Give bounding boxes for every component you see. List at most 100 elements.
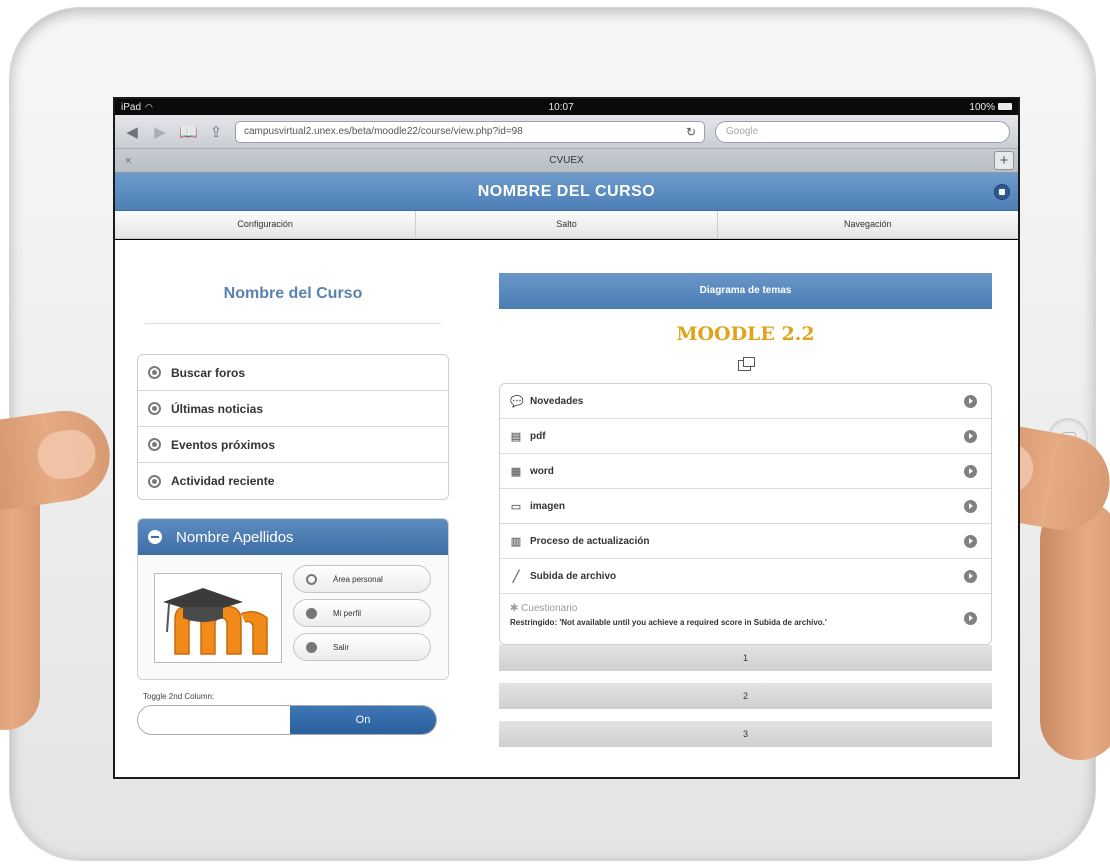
menu-salto[interactable]: Salto <box>416 211 718 238</box>
address-bar[interactable]: campusvirtual2.unex.es/beta/moodle22/cou… <box>235 120 705 143</box>
radio-icon <box>148 438 161 451</box>
block-label: Eventos próximos <box>171 437 276 452</box>
mi-perfil-button[interactable]: Mi perfil <box>293 599 431 627</box>
activity-label: Novedades <box>530 395 584 407</box>
switch-view-icon[interactable] <box>737 357 755 371</box>
left-column: Nombre del Curso Buscar foros Últimas no… <box>137 240 449 735</box>
search-input[interactable]: Google <box>715 120 1010 143</box>
home-circle-icon <box>306 573 317 585</box>
right-column: Diagrama de temas MOODLE 2.2 💬 Novedades … <box>499 273 992 747</box>
radio-icon <box>148 474 161 488</box>
right-hand-palm <box>1040 500 1110 760</box>
arrow-right-icon <box>964 465 977 478</box>
block-label: Últimas noticias <box>171 401 264 416</box>
page-title: NOMBRE DEL CURSO <box>477 183 656 200</box>
activity-label: pdf <box>530 430 546 442</box>
block-label: Actividad reciente <box>171 474 275 488</box>
block-actividad-reciente[interactable]: Actividad reciente <box>138 463 448 499</box>
section-1[interactable]: 1 <box>499 645 992 671</box>
arrow-right-icon <box>964 535 977 548</box>
activity-label: Subida de archivo <box>530 570 617 582</box>
user-btn-label: Salir <box>333 642 350 652</box>
block-label: Buscar foros <box>171 365 246 380</box>
section-2[interactable]: 2 <box>499 683 992 709</box>
user-block: Nombre Apellidos Área personal Mi perfil… <box>137 518 449 680</box>
profile-icon <box>306 607 317 619</box>
block-buscar-foros[interactable]: Buscar foros <box>138 355 448 391</box>
activity-subida-archivo[interactable]: ╱ Subida de archivo <box>500 559 991 594</box>
reload-icon[interactable]: ↻ <box>686 125 696 139</box>
activity-pdf[interactable]: ▤ pdf <box>500 419 991 454</box>
search-placeholder: Google <box>726 126 759 137</box>
battery-percent: 100% <box>969 101 995 113</box>
diagram-header: Diagrama de temas <box>499 273 992 309</box>
radio-icon <box>148 366 161 379</box>
salir-button[interactable]: Salir <box>293 633 431 661</box>
resource-icon: ▥ <box>510 535 522 548</box>
page-content: Nombre del Curso Buscar foros Últimas no… <box>115 240 1018 777</box>
ios-status-bar: iPad ◠ 10:07 100% <box>115 99 1018 115</box>
restriction-note: Restringido: 'Not available until you ac… <box>510 618 827 627</box>
arrow-right-icon <box>964 430 977 443</box>
logout-icon <box>306 641 317 653</box>
activity-word[interactable]: ▦ word <box>500 454 991 489</box>
share-icon[interactable]: ⇪ <box>207 123 225 141</box>
forward-icon[interactable]: ▶ <box>151 123 169 141</box>
course-title: Nombre del Curso <box>145 285 441 324</box>
activity-proceso-actualizacion[interactable]: ▥ Proceso de actualización <box>500 524 991 559</box>
ipad-screen: iPad ◠ 10:07 100% ◀ ▶ 📖 ⇪ campusvirtual2.… <box>113 97 1020 779</box>
user-block-header[interactable]: Nombre Apellidos <box>138 519 448 555</box>
menu-navegacion[interactable]: Navegación <box>718 211 1018 238</box>
user-name: Nombre Apellidos <box>176 528 294 546</box>
arrow-right-icon <box>964 612 977 625</box>
clock: 10:07 <box>548 101 574 113</box>
bookmarks-icon[interactable]: 📖 <box>179 123 198 141</box>
moodle-logo-avatar <box>154 573 282 663</box>
activity-imagen[interactable]: ▭ imagen <box>500 489 991 524</box>
toggle-on-label: On <box>290 706 436 734</box>
tab-bar: × CVUEX + <box>115 149 1018 173</box>
battery-icon <box>997 103 1012 111</box>
quiz-icon: ✱ <box>510 603 519 614</box>
course-menu: Configuración Salto Navegación <box>115 211 1018 239</box>
pdf-icon: ▤ <box>510 430 522 443</box>
activity-list: 💬 Novedades ▤ pdf ▦ word ▭ imagen ▥ Proceso d… <box>499 383 992 645</box>
add-tab-button[interactable]: + <box>994 151 1014 170</box>
assignment-icon: ╱ <box>512 570 520 583</box>
user-block-body: Área personal Mi perfil Salir <box>138 555 448 679</box>
forum-icon: 💬 <box>510 395 524 408</box>
second-column-toggle[interactable]: On <box>137 705 437 735</box>
back-icon[interactable]: ◀ <box>123 123 141 141</box>
device-label: iPad <box>121 101 142 113</box>
arrow-right-icon <box>964 570 977 583</box>
word-icon: ▦ <box>510 465 522 478</box>
block-eventos-proximos[interactable]: Eventos próximos <box>138 427 448 463</box>
activity-cuestionario[interactable]: ✱ Cuestionario Restringido: 'Not availab… <box>500 594 991 644</box>
activity-label: imagen <box>530 500 566 512</box>
toggle-off-track <box>138 706 290 734</box>
wifi-icon: ◠ <box>145 101 153 112</box>
collapse-icon[interactable] <box>148 530 162 544</box>
section-3[interactable]: 3 <box>499 721 992 747</box>
user-btn-label: Área personal <box>333 574 383 584</box>
block-ultimas-noticias[interactable]: Últimas noticias <box>138 391 448 427</box>
area-personal-button[interactable]: Área personal <box>293 565 431 593</box>
block-list: Buscar foros Últimas noticias Eventos pr… <box>137 354 449 500</box>
url-text: campusvirtual2.unex.es/beta/moodle22/cou… <box>244 126 523 137</box>
tab-title[interactable]: CVUEX <box>115 155 1018 166</box>
menu-configuracion[interactable]: Configuración <box>115 211 417 238</box>
user-btn-label: Mi perfil <box>333 608 362 618</box>
browser-toolbar: ◀ ▶ 📖 ⇪ campusvirtual2.unex.es/beta/mood… <box>115 115 1018 149</box>
activity-novedades[interactable]: 💬 Novedades <box>500 384 991 419</box>
course-heading: MOODLE 2.2 <box>676 323 815 345</box>
image-icon: ▭ <box>510 500 522 513</box>
close-tab-icon[interactable]: × <box>125 155 131 167</box>
toggle-label: Toggle 2nd Column: <box>143 692 215 701</box>
home-icon[interactable] <box>994 184 1010 200</box>
arrow-right-icon <box>964 395 977 408</box>
activity-label: Cuestionario <box>521 603 578 614</box>
radio-icon <box>148 402 161 415</box>
activity-label: Proceso de actualización <box>530 535 650 547</box>
course-header: NOMBRE DEL CURSO <box>115 173 1018 211</box>
arrow-right-icon <box>964 500 977 513</box>
